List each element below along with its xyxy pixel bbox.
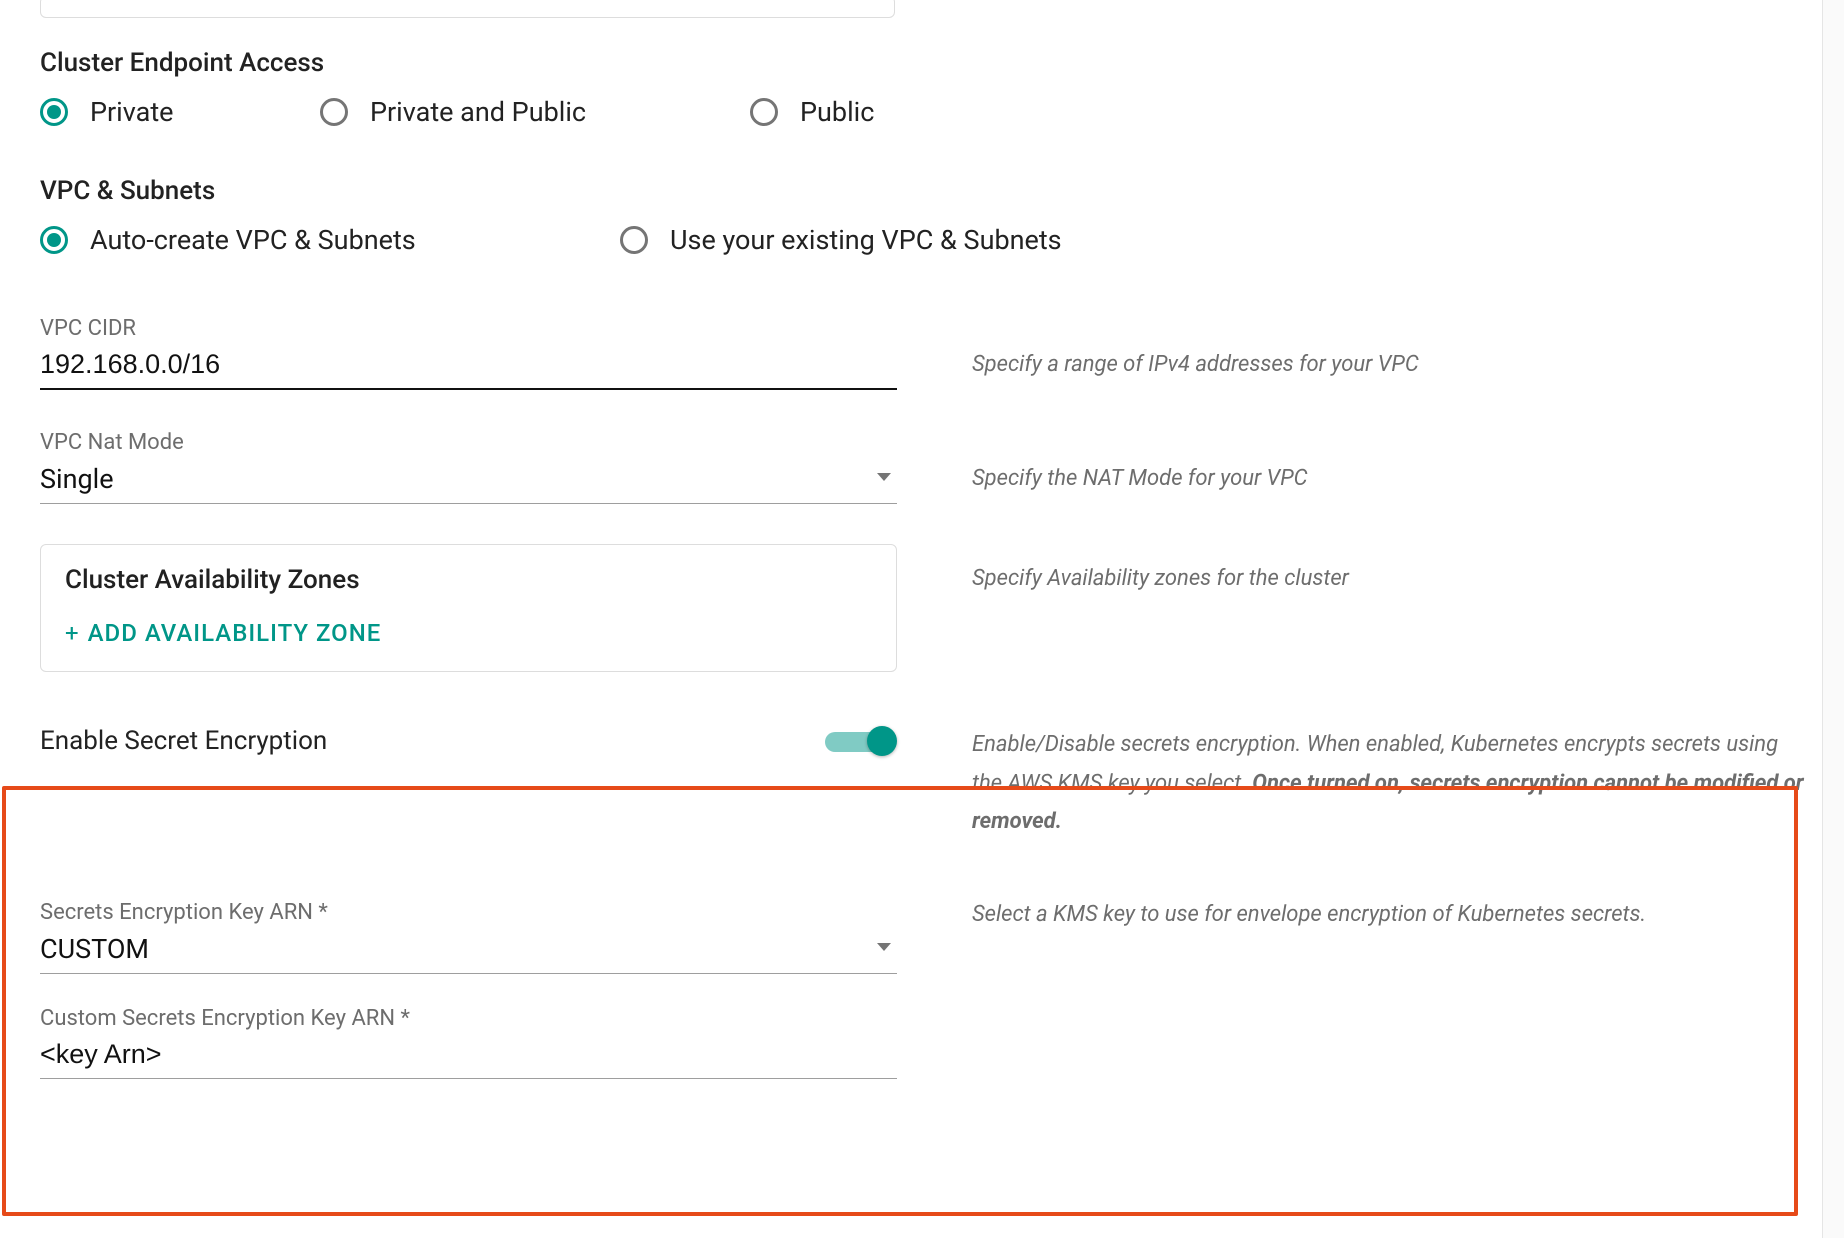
radio-icon bbox=[40, 98, 68, 126]
input-custom-secrets-key-arn[interactable] bbox=[40, 1035, 897, 1079]
radio-label: Public bbox=[800, 96, 874, 128]
radio-endpoint-private-public[interactable]: Private and Public bbox=[320, 96, 750, 128]
radio-icon bbox=[750, 98, 778, 126]
scrollbar-gutter bbox=[1822, 0, 1844, 1238]
chevron-down-icon bbox=[877, 943, 891, 951]
label-vpc-nat-mode: VPC Nat Mode bbox=[40, 430, 897, 455]
add-availability-zone-button[interactable]: + ADD AVAILABILITY ZONE bbox=[65, 619, 381, 647]
card-availability-zones: Cluster Availability Zones + ADD AVAILABI… bbox=[40, 544, 897, 672]
radio-icon bbox=[320, 98, 348, 126]
plus-icon: + bbox=[65, 619, 80, 647]
helper-enable-secret-encryption: Enable/Disable secrets encryption. When … bbox=[972, 726, 1804, 842]
helper-vpc-cidr: Specify a range of IPv4 addresses for yo… bbox=[972, 316, 1804, 381]
radio-icon bbox=[40, 226, 68, 254]
heading-availability-zones: Cluster Availability Zones bbox=[65, 565, 872, 595]
toggle-enable-secret-encryption[interactable] bbox=[825, 726, 897, 756]
label-vpc-cidr: VPC CIDR bbox=[40, 316, 897, 341]
helper-availability-zones: Specify Availability zones for the clust… bbox=[972, 544, 1804, 595]
collapsed-card bbox=[40, 0, 895, 18]
label-secrets-key-arn: Secrets Encryption Key ARN * bbox=[40, 900, 897, 925]
switch-thumb bbox=[867, 726, 897, 756]
heading-cluster-endpoint-access: Cluster Endpoint Access bbox=[40, 48, 1804, 78]
select-secrets-key-arn[interactable]: CUSTOM bbox=[40, 929, 897, 974]
radio-vpc-auto[interactable]: Auto-create VPC & Subnets bbox=[40, 224, 620, 256]
radio-label: Private bbox=[90, 96, 173, 128]
chevron-down-icon bbox=[877, 473, 891, 481]
helper-vpc-nat-mode: Specify the NAT Mode for your VPC bbox=[972, 430, 1804, 495]
label-enable-secret-encryption: Enable Secret Encryption bbox=[40, 726, 327, 756]
radio-endpoint-public[interactable]: Public bbox=[750, 96, 874, 128]
radio-vpc-existing[interactable]: Use your existing VPC & Subnets bbox=[620, 224, 1062, 256]
radio-label: Use your existing VPC & Subnets bbox=[670, 224, 1062, 256]
input-vpc-cidr[interactable] bbox=[40, 345, 897, 390]
radio-group-endpoint-access: Private Private and Public Public bbox=[40, 96, 1804, 128]
radio-icon bbox=[620, 226, 648, 254]
select-value: Single bbox=[40, 459, 897, 504]
add-az-label: ADD AVAILABILITY ZONE bbox=[88, 619, 382, 647]
label-custom-secrets-key-arn: Custom Secrets Encryption Key ARN * bbox=[40, 1006, 897, 1031]
radio-label: Auto-create VPC & Subnets bbox=[90, 224, 416, 256]
helper-secrets-key-arn: Select a KMS key to use for envelope enc… bbox=[972, 900, 1804, 931]
radio-label: Private and Public bbox=[370, 96, 586, 128]
select-vpc-nat-mode[interactable]: Single bbox=[40, 459, 897, 504]
radio-endpoint-private[interactable]: Private bbox=[40, 96, 320, 128]
select-value: CUSTOM bbox=[40, 929, 897, 974]
radio-group-vpc-subnets: Auto-create VPC & Subnets Use your exist… bbox=[40, 224, 1804, 256]
heading-vpc-subnets: VPC & Subnets bbox=[40, 176, 1804, 206]
